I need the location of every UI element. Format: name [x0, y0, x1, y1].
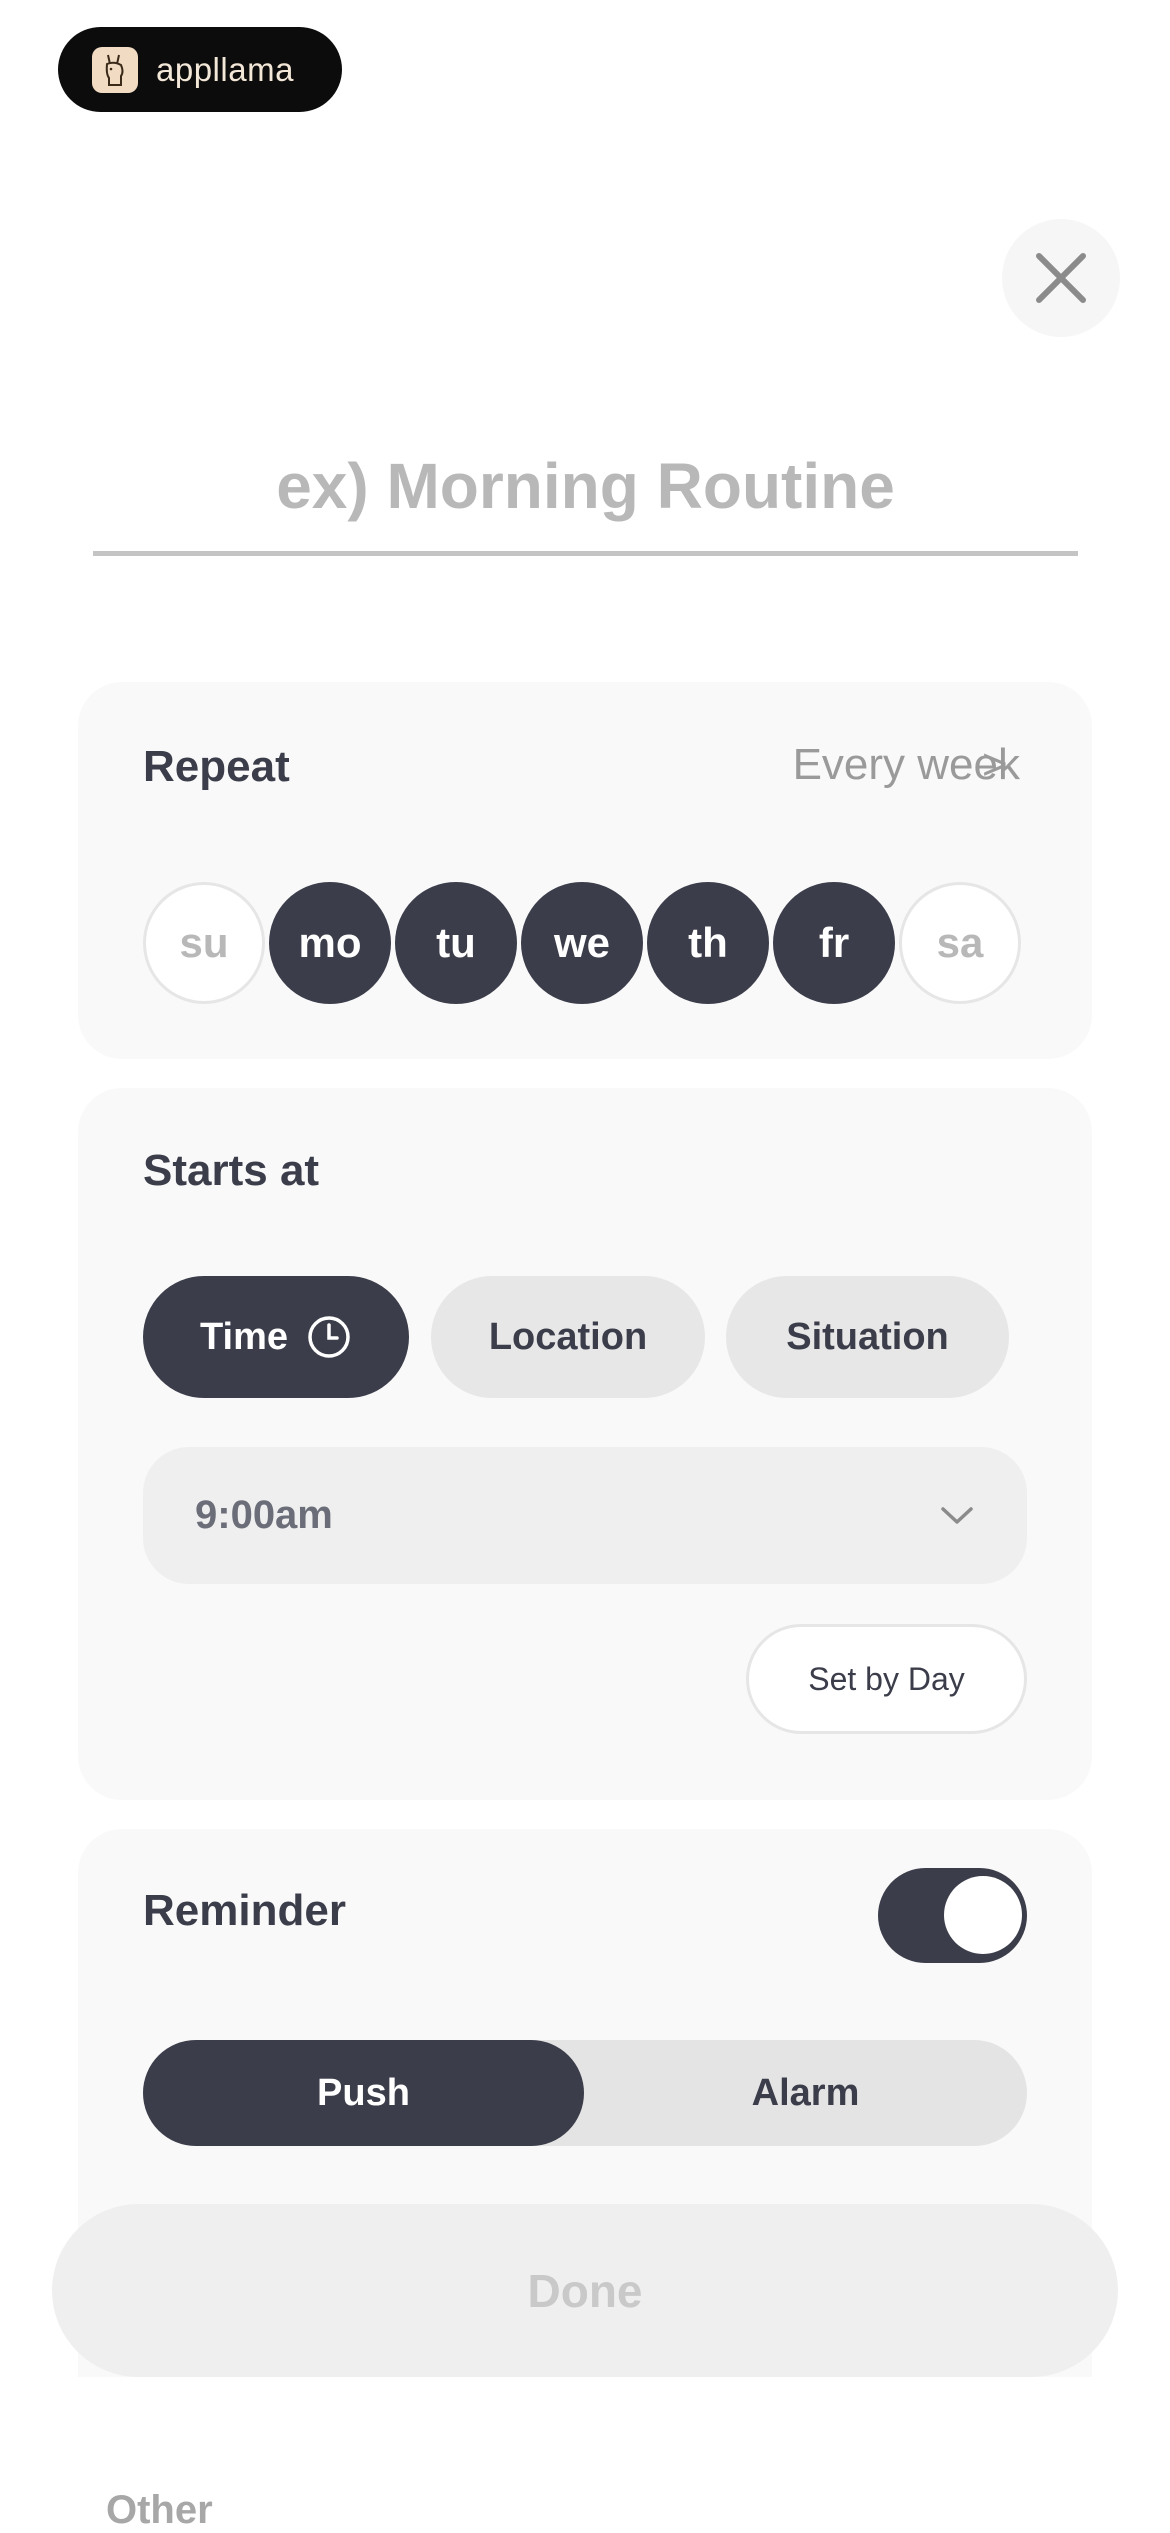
day-toggle-tu[interactable]: tu [395, 882, 517, 1004]
repeat-frequency[interactable]: Every week [700, 740, 1020, 790]
chevron-right-icon[interactable]: > [982, 740, 1008, 790]
repeat-heading: Repeat [143, 742, 290, 791]
day-toggle-fr[interactable]: fr [773, 882, 895, 1004]
trigger-location-button[interactable]: Location [431, 1276, 705, 1398]
brand-badge: appllama [58, 27, 342, 112]
time-select[interactable]: 9:00am [143, 1447, 1027, 1584]
set-by-day-button[interactable]: Set by Day [746, 1624, 1027, 1734]
done-button[interactable]: Done [52, 2204, 1118, 2377]
starts-at-heading: Starts at [143, 1146, 320, 1195]
close-button[interactable] [1002, 219, 1120, 337]
other-section-heading: Other [106, 2488, 213, 2532]
clock-icon [308, 1316, 350, 1358]
brand-name: appllama [156, 50, 294, 88]
close-icon [1036, 253, 1086, 303]
reminder-heading: Reminder [143, 1886, 346, 1935]
reminder-mode-push[interactable]: Push [143, 2040, 584, 2146]
day-toggle-mo[interactable]: mo [269, 882, 391, 1004]
trigger-time-label: Time [199, 1315, 288, 1358]
time-select-value: 9:00am [195, 1493, 333, 1537]
reminder-mode-alarm[interactable]: Alarm [584, 2040, 1027, 2146]
day-toggle-su[interactable]: su [143, 882, 265, 1004]
routine-title-input[interactable] [93, 420, 1078, 556]
day-toggle-th[interactable]: th [647, 882, 769, 1004]
trigger-situation-button[interactable]: Situation [726, 1276, 1009, 1398]
day-toggle-we[interactable]: we [521, 882, 643, 1004]
day-toggle-sa[interactable]: sa [899, 882, 1021, 1004]
reminder-toggle-knob[interactable] [944, 1876, 1022, 1954]
chevron-down-icon [941, 1506, 973, 1524]
trigger-time-button[interactable]: Time [143, 1276, 409, 1398]
llama-logo-icon [92, 46, 138, 93]
